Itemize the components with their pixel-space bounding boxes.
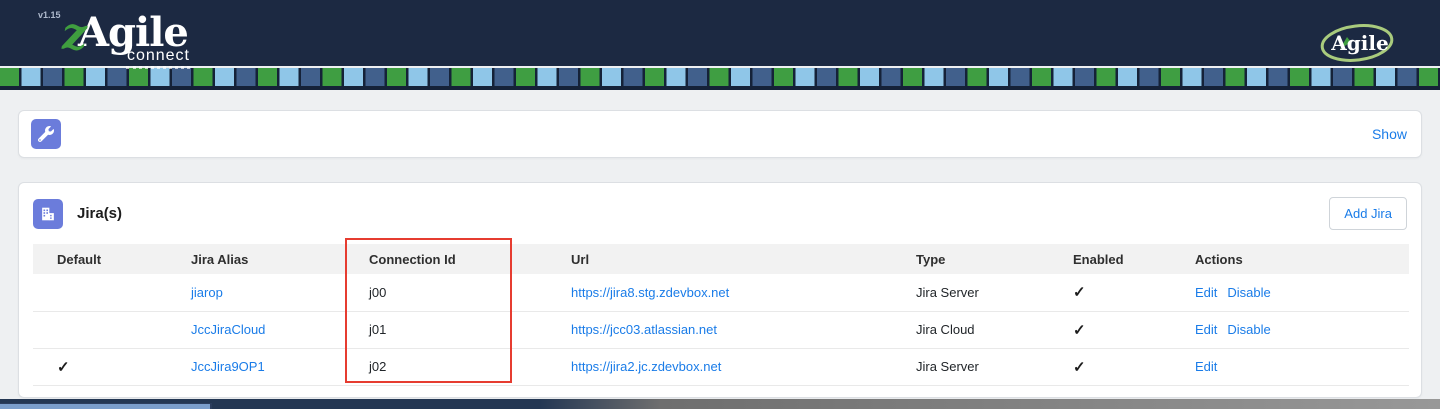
type-cell: Jira Cloud	[892, 311, 1049, 348]
logo-subtitle: connect	[127, 47, 190, 64]
actions-cell: Edit Disable	[1181, 274, 1409, 311]
enabled-cell: ✓	[1049, 311, 1181, 348]
bottom-sliver-blue-segment	[0, 403, 212, 409]
enabled-cell: ✓	[1049, 274, 1181, 311]
action-link-edit[interactable]: Edit	[1195, 285, 1217, 300]
url-cell: https://jira8.stg.zdevbox.net	[547, 274, 892, 311]
table-body: jiarop j00 https://jira8.stg.zdevbox.net Ji…	[33, 274, 1409, 385]
url-cell: https://jcc03.atlassian.net	[547, 311, 892, 348]
actions-cell: Edit Disable	[1181, 311, 1409, 348]
column-header-actions: Actions	[1181, 244, 1409, 274]
wrench-icon	[38, 126, 54, 142]
alias-cell: JccJira9OP1	[167, 348, 345, 385]
actions-cell: Edit	[1181, 348, 1409, 385]
column-header-enabled: Enabled	[1049, 244, 1181, 274]
stripe-squares	[0, 68, 1440, 86]
type-cell: Jira Server	[892, 348, 1049, 385]
action-link-disable[interactable]: Disable	[1227, 285, 1270, 300]
jira-alias-link[interactable]: JccJiraCloud	[191, 322, 265, 337]
jira-url-link[interactable]: https://jcc03.atlassian.net	[571, 322, 717, 337]
column-header-default: Default	[33, 244, 167, 274]
app-header: v1.15 zAgile connect Agile	[0, 0, 1440, 66]
main-content: Show Jira(s)	[0, 90, 1440, 398]
column-header-url: Url	[547, 244, 892, 274]
connection-id-cell: j02	[345, 348, 547, 385]
stripe-bar	[0, 68, 1440, 90]
version-label: v1.15	[38, 10, 61, 20]
action-link-disable[interactable]: Disable	[1227, 322, 1270, 337]
column-header-jira-alias: Jira Alias	[167, 244, 345, 274]
connection-id-cell: j00	[345, 274, 547, 311]
right-logo-text: Agile	[1330, 31, 1388, 55]
column-header-type: Type	[892, 244, 1049, 274]
url-cell: https://jira2.jc.zdevbox.net	[547, 348, 892, 385]
default-cell	[33, 311, 167, 348]
buildings-icon	[39, 205, 57, 223]
jira-alias-link[interactable]: jiarop	[191, 285, 223, 300]
action-link-edit[interactable]: Edit	[1195, 322, 1217, 337]
jira-panel-building-badge	[33, 199, 63, 229]
panel-title: Jira(s)	[77, 205, 122, 222]
enabled-cell: ✓	[1049, 348, 1181, 385]
jira-url-link[interactable]: https://jira8.stg.zdevbox.net	[571, 285, 729, 300]
agile-oval-logo: Agile	[1318, 20, 1396, 66]
logo-z-glyph: z	[62, 9, 87, 60]
connection-id-cell: j01	[345, 311, 547, 348]
default-cell: ✓	[33, 348, 167, 385]
show-link[interactable]: Show	[1372, 126, 1407, 142]
jira-connections-table: DefaultJira AliasConnection IdUrlTypeEna…	[33, 244, 1409, 386]
alias-cell: jiarop	[167, 274, 345, 311]
settings-toolbar-card: Show	[18, 110, 1422, 158]
table-header-row: DefaultJira AliasConnection IdUrlTypeEna…	[33, 244, 1409, 274]
column-header-connection-id: Connection Id	[345, 244, 547, 274]
app-logo: zAgile connect	[62, 6, 192, 69]
jira-panel-header: Jira(s) Add Jira	[19, 183, 1421, 244]
jira-alias-link[interactable]: JccJira9OP1	[191, 359, 265, 374]
logo-dots-decoration	[126, 66, 190, 69]
table-row: ✓ JccJira9OP1 j02 https://jira2.jc.zdevbox.…	[33, 348, 1409, 385]
jira-url-link[interactable]: https://jira2.jc.zdevbox.net	[571, 359, 721, 374]
page: v1.15 zAgile connect Agile	[0, 0, 1440, 409]
table-row: jiarop j00 https://jira8.stg.zdevbox.net Ji…	[33, 274, 1409, 311]
action-link-edit[interactable]: Edit	[1195, 359, 1217, 374]
alias-cell: JccJiraCloud	[167, 311, 345, 348]
type-cell: Jira Server	[892, 274, 1049, 311]
table-row: JccJiraCloud j01 https://jcc03.atlassian.n…	[33, 311, 1409, 348]
jira-panel-card: Jira(s) Add Jira DefaultJira AliasConnec…	[18, 182, 1422, 398]
settings-wrench-button[interactable]	[31, 119, 61, 149]
default-cell	[33, 274, 167, 311]
bottom-window-sliver	[0, 399, 1440, 409]
add-jira-button[interactable]: Add Jira	[1329, 197, 1407, 230]
